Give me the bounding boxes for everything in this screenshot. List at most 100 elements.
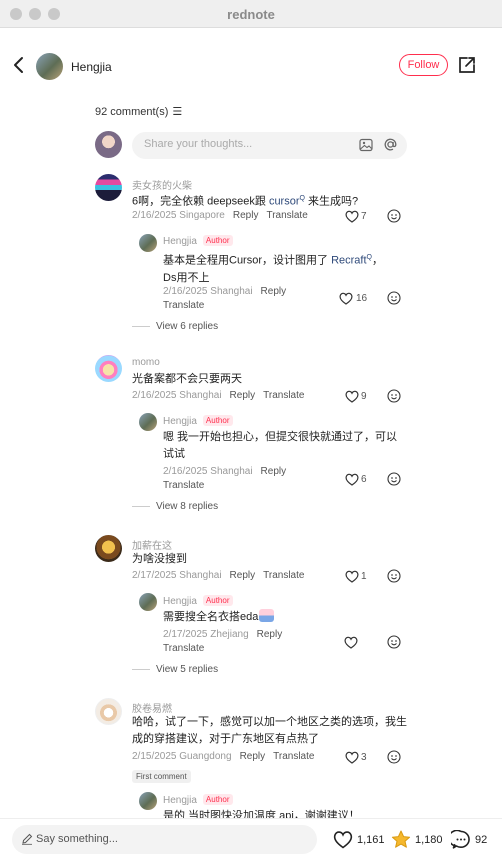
comment-text: 哈哈，试了一下，感觉可以加一个地区之类的选项，我生 成的穿搭建议，对于广东地区有点… [132, 714, 407, 748]
reply-button[interactable]: Reply [240, 751, 266, 762]
emoji-react-icon[interactable] [387, 389, 401, 403]
author-tag: Author [202, 235, 233, 246]
reply-author[interactable]: Hengjia Author [163, 415, 233, 427]
image-icon[interactable] [359, 138, 373, 152]
comment-location: Shanghai [179, 570, 222, 581]
heart-icon[interactable] [339, 292, 353, 305]
reply-text-part: 嗯 我一开始也担心，但提交很快就通过了，可以 [163, 431, 398, 443]
commenter-avatar[interactable] [95, 698, 122, 725]
emoji-react-icon[interactable] [387, 750, 401, 764]
say-something-input[interactable] [36, 833, 236, 845]
author-avatar[interactable] [36, 53, 63, 80]
translate-button[interactable]: Translate [263, 570, 304, 581]
translate-button[interactable]: Translate [273, 751, 314, 762]
first-comment-badge: First comment [132, 770, 191, 783]
heart-icon[interactable] [345, 473, 359, 486]
commenter-name[interactable]: momo [132, 357, 160, 368]
heart-icon[interactable] [345, 390, 359, 403]
reply-text-part: ， [371, 254, 383, 267]
emoji-react-icon[interactable] [387, 472, 401, 486]
search-link[interactable]: Recraft [331, 255, 366, 267]
reply-button[interactable]: Reply [261, 286, 287, 297]
reply-author-name[interactable]: Hengjia [163, 236, 197, 247]
like-post-icon[interactable] [333, 830, 353, 849]
translate-button[interactable]: Translate [163, 643, 204, 654]
comment-text-part: 6啊，完全依赖 deepseek跟 [132, 195, 269, 208]
heart-icon[interactable] [345, 570, 359, 583]
comment-text-part: 成的穿搭建议，对于广东地区有点热了 [132, 733, 319, 745]
search-link[interactable]: cursor [269, 196, 300, 208]
comment-text: 6啊，完全依赖 deepseek跟 cursorQ 来生成吗? [132, 190, 358, 211]
comment-text-part: 来生成吗? [304, 195, 359, 208]
translate-button[interactable]: Translate [266, 210, 307, 221]
heart-icon[interactable] [344, 636, 358, 649]
commenter-name[interactable]: 加薪在这 [132, 537, 172, 552]
comment-date: 2/17/2025 [132, 570, 177, 581]
reply-text-part: Ds用不上 [163, 271, 210, 284]
like-count: 9 [361, 391, 367, 402]
emoji-react-icon[interactable] [387, 635, 401, 649]
like-count: 1 [361, 571, 367, 582]
post-header: Hengjia Follow [0, 44, 502, 88]
commenter-avatar[interactable] [95, 535, 122, 562]
reply-text-part: 基本是全程用Cursor，设计图用了 [163, 254, 332, 267]
like-count: 3 [361, 752, 367, 763]
reply-location: Shanghai [210, 286, 253, 297]
reply-button[interactable]: Reply [233, 210, 259, 221]
comment-text-part: 哈哈，试了一下，感觉可以加一个地区之类的选项，我生 [132, 716, 407, 728]
comment-location: Shanghai [179, 390, 222, 401]
reply-avatar[interactable] [139, 593, 157, 611]
reply-meta: 2/16/2025 Shanghai Reply [163, 286, 286, 297]
reply-meta: 2/17/2025 Zhejiang Reply [163, 629, 282, 640]
app-title: rednote [227, 7, 275, 22]
reply-button[interactable]: Reply [261, 466, 287, 477]
sort-icon[interactable]: ☰ [172, 106, 182, 118]
commenter-avatar[interactable] [95, 174, 122, 201]
reply-button[interactable]: Reply [257, 629, 283, 640]
commenter-name[interactable]: 胶卷易燃 [132, 700, 172, 715]
comment-bubble-icon[interactable] [451, 830, 471, 849]
heart-icon[interactable] [345, 210, 359, 223]
reply-date: 2/17/2025 [163, 629, 208, 640]
emoji-react-icon[interactable] [387, 291, 401, 305]
commenter-avatar[interactable] [95, 355, 122, 382]
author-name[interactable]: Hengjia [71, 60, 112, 74]
emoji-react-icon[interactable] [387, 209, 401, 223]
share-thoughts-input[interactable] [144, 138, 344, 150]
emoji-react-icon[interactable] [387, 569, 401, 583]
reply-author[interactable]: Hengjia Author [163, 235, 233, 247]
reply-author-name[interactable]: Hengjia [163, 416, 197, 427]
reply-button[interactable]: Reply [230, 390, 256, 401]
reply-text-part: 需要搜全名衣搭eda [163, 611, 259, 623]
reply-avatar[interactable] [139, 413, 157, 431]
reply-location: Shanghai [210, 466, 253, 477]
comment-meta: 2/16/2025 Singapore Reply Translate [132, 210, 308, 221]
follow-button[interactable]: Follow [399, 54, 448, 76]
translate-button[interactable]: Translate [163, 300, 204, 311]
mention-icon[interactable] [383, 137, 398, 152]
reply-author[interactable]: Hengjia Author [163, 595, 233, 607]
translate-button[interactable]: Translate [163, 480, 204, 491]
view-replies-button[interactable]: View 5 replies [132, 664, 218, 675]
reply-author[interactable]: Hengjia Author [163, 794, 233, 806]
reply-avatar[interactable] [139, 234, 157, 252]
reply-author-name[interactable]: Hengjia [163, 596, 197, 607]
comment-meta: 2/16/2025 Shanghai Reply Translate [132, 390, 304, 401]
heart-icon[interactable] [345, 751, 359, 764]
my-avatar [95, 131, 122, 158]
like-count: 7 [361, 211, 367, 222]
comment-meta: 2/15/2025 Guangdong Reply Translate [132, 751, 314, 762]
reply-author-name[interactable]: Hengjia [163, 795, 197, 806]
reply-text: 基本是全程用Cursor，设计图用了 RecraftQ， Ds用不上 [163, 249, 383, 287]
reply-button[interactable]: Reply [230, 570, 256, 581]
view-replies-button[interactable]: View 6 replies [132, 321, 218, 332]
reply-location: Zhejiang [210, 629, 249, 640]
say-something-box[interactable] [12, 825, 317, 854]
view-replies-button[interactable]: View 8 replies [132, 501, 218, 512]
reply-avatar[interactable] [139, 792, 157, 810]
back-arrow-icon[interactable] [11, 56, 27, 74]
share-icon[interactable] [458, 56, 476, 74]
comment-composer[interactable] [132, 132, 407, 159]
star-icon[interactable] [391, 830, 411, 849]
translate-button[interactable]: Translate [263, 390, 304, 401]
